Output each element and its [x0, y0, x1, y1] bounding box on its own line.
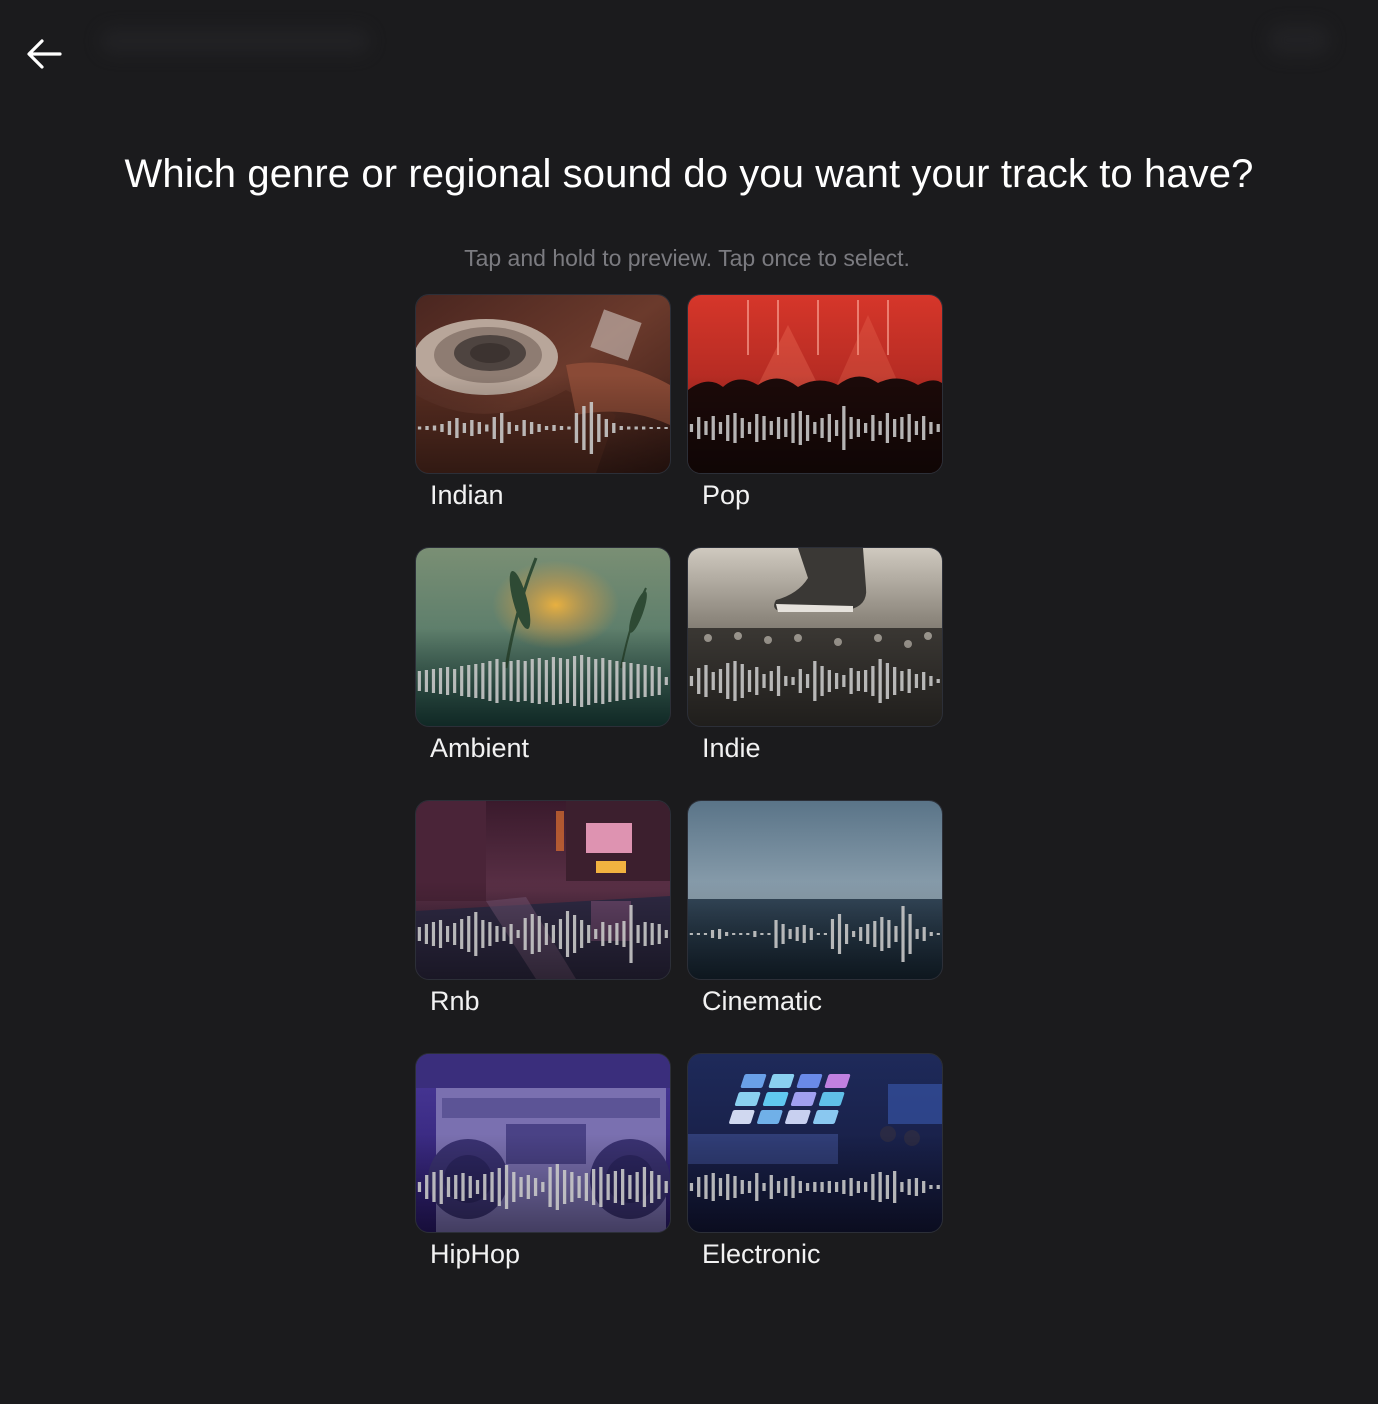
- waveform-icon: [689, 1171, 940, 1203]
- genre-label: Rnb: [430, 986, 480, 1016]
- blurred-header-element: [100, 28, 370, 54]
- genre-thumbnail: [415, 1053, 671, 1233]
- genre-thumbnail: [415, 294, 671, 474]
- waveform-icon: [689, 906, 940, 962]
- genre-label: Indian: [430, 480, 504, 510]
- arrow-left-icon: [27, 39, 62, 69]
- genre-thumbnail: [687, 800, 943, 980]
- page-title: Which genre or regional sound do you wan…: [124, 152, 1254, 196]
- waveform-icon: [689, 659, 940, 703]
- genre-card-pop[interactable]: Pop: [687, 294, 943, 547]
- genre-grid: Indian Pop Ambient Indie Rnb Cinematic H…: [415, 294, 945, 1306]
- genre-thumbnail: [415, 547, 671, 727]
- genre-label: Pop: [702, 480, 751, 510]
- genre-thumbnail: [687, 1053, 943, 1233]
- waveform-icon: [417, 655, 668, 707]
- genre-thumbnail: [687, 547, 943, 727]
- blurred-header-button: [1268, 24, 1330, 56]
- page-subtitle: Tap and hold to preview. Tap once to sel…: [464, 245, 910, 271]
- genre-label: Ambient: [430, 733, 530, 763]
- genre-label: HipHop: [430, 1239, 521, 1269]
- genre-card-indie[interactable]: Indie: [687, 547, 943, 800]
- genre-label: Electronic: [702, 1239, 821, 1269]
- waveform-icon: [417, 402, 668, 454]
- waveform-icon: [417, 1164, 668, 1210]
- genre-card-indian[interactable]: Indian: [415, 294, 671, 547]
- waveform-icon: [417, 905, 668, 963]
- back-button[interactable]: [22, 32, 66, 76]
- genre-card-cinematic[interactable]: Cinematic: [687, 800, 943, 1053]
- genre-card-ambient[interactable]: Ambient: [415, 547, 671, 800]
- genre-card-rnb[interactable]: Rnb: [415, 800, 671, 1053]
- genre-thumbnail: [415, 800, 671, 980]
- genre-card-electronic[interactable]: Electronic: [687, 1053, 943, 1306]
- waveform-icon: [689, 406, 940, 450]
- genre-card-hiphop[interactable]: HipHop: [415, 1053, 671, 1306]
- genre-thumbnail: [687, 294, 943, 474]
- genre-label: Cinematic: [702, 986, 823, 1016]
- genre-selection-page: Which genre or regional sound do you wan…: [0, 0, 1378, 1404]
- genre-label: Indie: [702, 733, 761, 763]
